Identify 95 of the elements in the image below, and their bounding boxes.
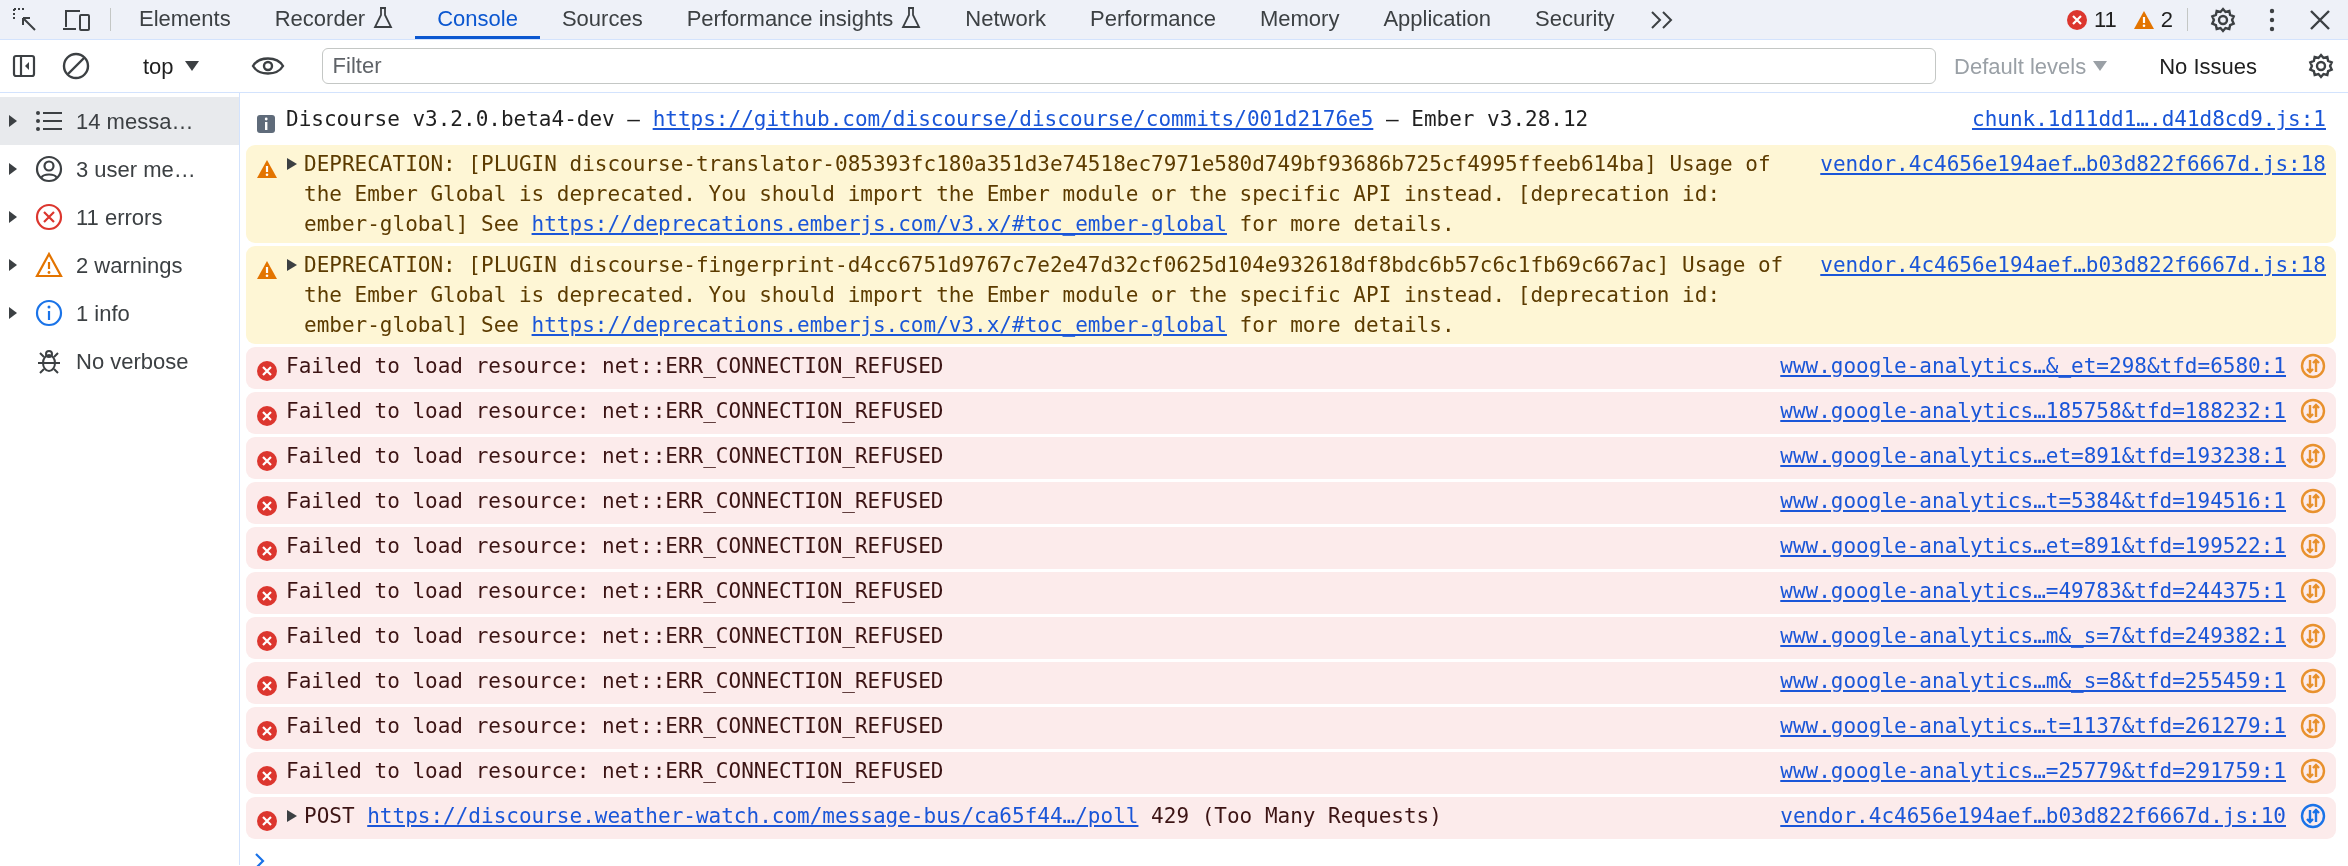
source-link[interactable]: www.google-analytics…185758&tfd=188232:1 bbox=[1780, 396, 2286, 426]
panel-tab[interactable]: Network bbox=[943, 0, 1068, 39]
caret-icon bbox=[183, 60, 200, 72]
source-link[interactable]: www.google-analytics…t=5384&tfd=194516:1 bbox=[1780, 486, 2286, 516]
source-link[interactable]: www.google-analytics…=49783&tfd=244375:1 bbox=[1780, 576, 2286, 606]
error-icon bbox=[256, 810, 278, 832]
message-text: Discourse v3.2.0.beta4-dev – https://github.com/discourse/discourse/commits/001d2176e5 – Ember v3.28.12 bbox=[286, 106, 1590, 133]
message-text: Failed to load resource: net::ERR_CONNECTION_REFUSED bbox=[286, 758, 945, 785]
source-link[interactable]: www.google-analytics…=25779&tfd=291759:1 bbox=[1780, 756, 2286, 786]
console-settings-icon[interactable] bbox=[2308, 53, 2334, 79]
message-link[interactable]: https://deprecations.emberjs.com/v3.x/#toc_ember-global bbox=[531, 212, 1227, 236]
error-icon bbox=[256, 540, 278, 562]
source-link[interactable]: chunk.1d11dd1….d41d8cd9.js:1 bbox=[1972, 104, 2326, 134]
expand-triangle-icon[interactable] bbox=[8, 210, 18, 224]
sidebar-toggle-icon[interactable] bbox=[12, 54, 36, 78]
panel-tab[interactable]: Application bbox=[1361, 0, 1514, 39]
warning-icon bbox=[2132, 9, 2155, 30]
expand-triangle-icon[interactable] bbox=[286, 157, 298, 171]
bug-icon bbox=[35, 347, 63, 375]
panel-tab[interactable]: Security bbox=[1513, 0, 1637, 39]
source-link[interactable]: www.google-analytics…t=1137&tfd=261279:1 bbox=[1780, 711, 2286, 741]
source-link[interactable]: www.google-analytics…m&_s=8&tfd=255459:1 bbox=[1780, 666, 2286, 696]
error-icon bbox=[256, 495, 278, 517]
user-icon bbox=[35, 155, 63, 183]
source-link[interactable]: www.google-analytics…et=891&tfd=199522:1 bbox=[1780, 531, 2286, 561]
error-icon bbox=[2065, 8, 2088, 31]
message-text: Failed to load resource: net::ERR_CONNECTION_REFUSED bbox=[286, 578, 945, 605]
warning-icon bbox=[256, 159, 278, 179]
message-text: Failed to load resource: net::ERR_CONNECTION_REFUSED bbox=[286, 353, 945, 380]
message-text: Failed to load resource: net::ERR_CONNECTION_REFUSED bbox=[286, 398, 945, 425]
panel-tab[interactable]: Console bbox=[415, 0, 540, 39]
warning-icon bbox=[35, 252, 63, 278]
eye-icon[interactable] bbox=[250, 55, 285, 77]
source-link[interactable]: www.google-analytics…et=891&tfd=193238:1 bbox=[1780, 441, 2286, 471]
source-link[interactable]: vendor.4c4656e194aef…b03d822f6667d.js:10 bbox=[1780, 801, 2286, 831]
panel-tab[interactable]: Recorder bbox=[252, 0, 416, 39]
source-link[interactable]: www.google-analytics…&_et=298&tfd=6580:1 bbox=[1780, 351, 2286, 381]
sidebar-item[interactable]: No verbose bbox=[0, 337, 239, 385]
panel-tab[interactable]: Elements bbox=[117, 0, 253, 39]
context-dropdown[interactable]: top bbox=[129, 45, 214, 87]
expand-triangle-icon[interactable] bbox=[286, 258, 298, 272]
panel-tab[interactable]: Memory bbox=[1237, 0, 1362, 39]
expand-triangle-icon[interactable] bbox=[286, 809, 298, 823]
message-text: Failed to load resource: net::ERR_CONNECTION_REFUSED bbox=[286, 668, 945, 695]
warning-count-button[interactable]: 2 bbox=[2124, 0, 2181, 40]
clear-console-icon[interactable] bbox=[62, 52, 90, 80]
list-icon bbox=[35, 110, 63, 132]
sidebar-item[interactable]: 2 warnings bbox=[0, 241, 239, 289]
message-text: Failed to load resource: net::ERR_CONNECTION_REFUSED bbox=[286, 623, 945, 650]
close-icon[interactable] bbox=[2308, 7, 2332, 32]
message-text: Failed to load resource: net::ERR_CONNECTION_REFUSED bbox=[286, 488, 945, 515]
expand-triangle-icon[interactable] bbox=[8, 306, 18, 320]
error-icon bbox=[35, 203, 63, 231]
error-icon bbox=[256, 765, 278, 787]
expand-triangle-icon[interactable] bbox=[8, 114, 18, 128]
filter-field[interactable]: Filter bbox=[321, 48, 1937, 84]
sidebar-item[interactable]: 3 user me… bbox=[0, 145, 239, 193]
inspect-icon[interactable] bbox=[12, 6, 38, 33]
caret-icon bbox=[2092, 60, 2109, 72]
panel-tab[interactable]: Sources bbox=[539, 0, 665, 39]
info-icon bbox=[256, 114, 276, 134]
message-text: DEPRECATION: [PLUGIN discourse-translator-085393fc180a351d3e74518ec7971e580d749bf93686b725cf4995ffeeb614ba] Usage of the Ember Global is deprecated. You should import the Ember module or the specific API instead. [deprecation id: ember-global] See https://deprecations.emberjs.com/v3.x/#toc_ember-global for more details. bbox=[304, 151, 1772, 238]
error-icon bbox=[256, 630, 278, 652]
sidebar-item[interactable]: 11 errors bbox=[0, 193, 239, 241]
error-count-button[interactable]: 11 bbox=[2057, 0, 2125, 40]
error-icon bbox=[256, 585, 278, 607]
expand-triangle-icon[interactable] bbox=[8, 162, 18, 176]
sidebar-item[interactable]: 1 info bbox=[0, 289, 239, 337]
error-icon bbox=[256, 405, 278, 427]
message-link[interactable]: https://deprecations.emberjs.com/v3.x/#toc_ember-global bbox=[531, 313, 1227, 337]
error-icon bbox=[256, 720, 278, 742]
source-link[interactable]: www.google-analytics…m&_s=7&tfd=249382:1 bbox=[1780, 621, 2286, 651]
panel-tab[interactable]: Performance bbox=[1068, 0, 1238, 39]
info-icon bbox=[35, 299, 63, 327]
message-text: Failed to load resource: net::ERR_CONNECTION_REFUSED bbox=[286, 533, 945, 560]
message-text: POST https://discourse.weather-watch.com/message-bus/ca65f44…/poll 429 (Too Many Requests) bbox=[304, 803, 1443, 830]
sidebar-item[interactable]: 14 messa… bbox=[0, 97, 239, 145]
settings-icon[interactable] bbox=[2210, 6, 2236, 33]
error-icon bbox=[256, 450, 278, 472]
message-text: Failed to load resource: net::ERR_CONNECTION_REFUSED bbox=[286, 713, 945, 740]
expand-triangle-icon[interactable] bbox=[8, 258, 18, 272]
message-text: DEPRECATION: [PLUGIN discourse-fingerprint-d4cc6751d9767c7e2e47d32cf0625d104e932618df8bdc6b57c6c1fb69c667ac] Usage of the Ember Global is deprecated. You should import the Ember module or the specific API instead. [deprecation id: ember-global] See https://deprecations.emberjs.com/v3.x/#toc_ember-global for more details. bbox=[304, 252, 1785, 339]
source-link[interactable]: vendor.4c4656e194aef…b03d822f6667d.js:18 bbox=[1820, 149, 2326, 179]
prompt-chevron-icon[interactable] bbox=[254, 852, 266, 866]
message-text: Failed to load resource: net::ERR_CONNECTION_REFUSED bbox=[286, 443, 945, 470]
message-link[interactable]: https://discourse.weather-watch.com/message-bus/ca65f44…/poll bbox=[367, 804, 1139, 828]
error-icon bbox=[256, 675, 278, 697]
source-link[interactable]: vendor.4c4656e194aef…b03d822f6667d.js:18 bbox=[1820, 250, 2326, 280]
more-options-icon[interactable] bbox=[2268, 6, 2276, 33]
issues-button[interactable]: No Issues bbox=[2141, 45, 2275, 87]
network-request-icon[interactable] bbox=[2300, 803, 2326, 829]
error-icon bbox=[256, 360, 278, 382]
panel-tab[interactable]: Performance insights bbox=[664, 0, 944, 39]
warning-icon bbox=[256, 260, 278, 280]
message-link[interactable]: https://github.com/discourse/discourse/commits/001d2176e5 bbox=[652, 107, 1374, 131]
